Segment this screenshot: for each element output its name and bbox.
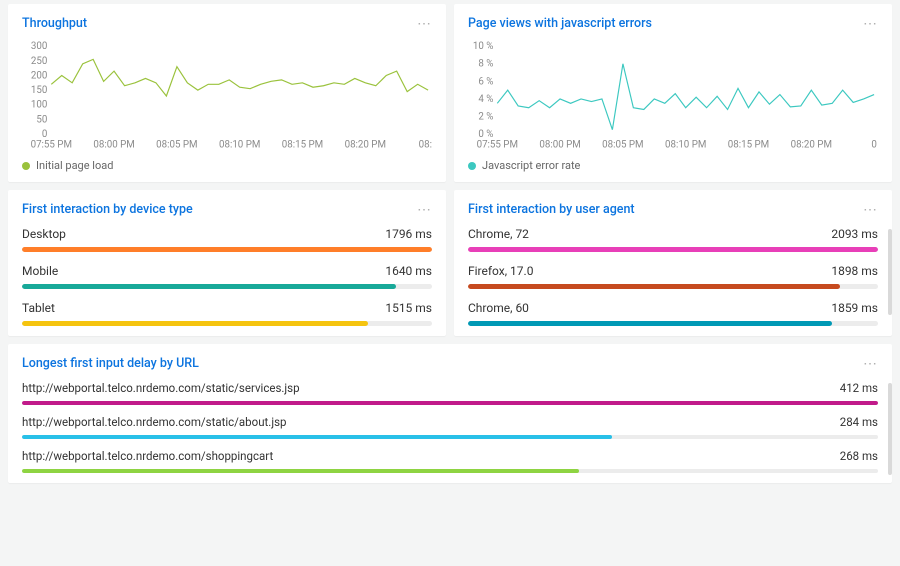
bar-fill (22, 401, 878, 405)
bar-track (468, 247, 878, 252)
bar-label: http://webportal.telco.nrdemo.com/shoppi… (22, 449, 273, 463)
svg-text:07:55 PM: 07:55 PM (477, 140, 518, 151)
bar-list-agent: Chrome, 72 2093 ms Firefox, 17.0 1898 ms… (468, 227, 878, 326)
svg-text:50: 50 (36, 114, 47, 125)
more-icon[interactable]: ⋯ (863, 203, 878, 217)
svg-text:0: 0 (871, 140, 876, 151)
bar-label: Tablet (22, 301, 55, 315)
bar-value: 1796 ms (385, 227, 432, 241)
bar-track (22, 321, 432, 326)
bar-label: Chrome, 72 (468, 227, 529, 241)
bar-track (22, 435, 878, 439)
svg-text:08:2: 08:2 (419, 140, 432, 151)
bar-label: http://webportal.telco.nrdemo.com/static… (22, 415, 286, 429)
bar-list-device: Desktop 1796 ms Mobile 1640 ms Tablet 15… (22, 227, 432, 326)
bar-row[interactable]: Firefox, 17.0 1898 ms (468, 264, 878, 289)
bar-value: 284 ms (840, 415, 878, 429)
more-icon[interactable]: ⋯ (863, 17, 878, 31)
bar-track (22, 284, 432, 289)
bar-row[interactable]: Chrome, 60 1859 ms (468, 301, 878, 326)
bar-fill (22, 321, 368, 326)
svg-text:08:15 PM: 08:15 PM (282, 140, 323, 151)
bar-row[interactable]: http://webportal.telco.nrdemo.com/static… (22, 381, 878, 405)
panel-agent: First interaction by user agent ⋯ Chrome… (454, 190, 892, 336)
bar-label: Firefox, 17.0 (468, 264, 533, 278)
bar-value: 2093 ms (831, 227, 878, 241)
bar-value: 1898 ms (831, 264, 878, 278)
bar-value: 1640 ms (385, 264, 432, 278)
panel-title[interactable]: Throughput (22, 16, 87, 31)
bar-value: 1515 ms (385, 301, 432, 315)
svg-text:08:00 PM: 08:00 PM (93, 140, 134, 151)
more-icon[interactable]: ⋯ (417, 203, 432, 217)
svg-text:0 %: 0 % (478, 129, 493, 140)
more-icon[interactable]: ⋯ (863, 357, 878, 371)
svg-text:6 %: 6 % (478, 76, 493, 87)
legend-label: Javascript error rate (482, 159, 580, 172)
bar-label: http://webportal.telco.nrdemo.com/static… (22, 381, 300, 395)
more-icon[interactable]: ⋯ (417, 17, 432, 31)
svg-text:100: 100 (31, 100, 47, 111)
bar-fill (22, 435, 612, 439)
svg-text:08:10 PM: 08:10 PM (219, 140, 260, 151)
legend-dot-icon (22, 162, 30, 170)
bar-value: 268 ms (840, 449, 878, 463)
bar-row[interactable]: http://webportal.telco.nrdemo.com/shoppi… (22, 449, 878, 473)
svg-text:250: 250 (31, 56, 47, 67)
bar-track (468, 284, 878, 289)
bar-label: Chrome, 60 (468, 301, 529, 315)
legend-label: Initial page load (36, 159, 113, 172)
bar-fill (22, 247, 432, 252)
bar-value: 1859 ms (831, 301, 878, 315)
svg-text:08:20 PM: 08:20 PM (345, 140, 386, 151)
panel-throughput: Throughput ⋯ 05010015020025030007:55 PM0… (8, 4, 446, 182)
bar-row[interactable]: Tablet 1515 ms (22, 301, 432, 326)
svg-text:150: 150 (31, 85, 47, 96)
panel-title[interactable]: First interaction by user agent (468, 202, 635, 217)
svg-text:08:05 PM: 08:05 PM (602, 140, 643, 151)
svg-text:08:05 PM: 08:05 PM (156, 140, 197, 151)
svg-text:08:00 PM: 08:00 PM (539, 140, 580, 151)
bar-track (22, 401, 878, 405)
panel-device: First interaction by device type ⋯ Deskt… (8, 190, 446, 336)
panel-title[interactable]: First interaction by device type (22, 202, 193, 217)
svg-text:10 %: 10 % (473, 41, 494, 52)
bar-fill (22, 469, 579, 473)
chart-throughput[interactable]: 0 50 100 150 200 250 300 07:55 PM 08:00 PM 08:05 … (22, 41, 432, 151)
svg-text:08:10 PM: 08:10 PM (665, 140, 706, 151)
legend: Javascript error rate (468, 159, 878, 172)
bar-row[interactable]: http://webportal.telco.nrdemo.com/static… (22, 415, 878, 439)
bar-row[interactable]: Chrome, 72 2093 ms (468, 227, 878, 252)
legend-dot-icon (468, 162, 476, 170)
svg-text:4 %: 4 % (478, 94, 493, 105)
legend: Initial page load (22, 159, 432, 172)
bar-row[interactable]: Mobile 1640 ms (22, 264, 432, 289)
svg-text:07:55 PM: 07:55 PM (31, 140, 72, 151)
bar-value: 412 ms (840, 381, 878, 395)
bar-fill (468, 247, 878, 252)
bar-fill (22, 284, 396, 289)
bar-fill (468, 284, 840, 289)
bar-track (468, 321, 878, 326)
svg-text:200: 200 (31, 70, 47, 81)
panel-title[interactable]: Longest first input delay by URL (22, 356, 199, 371)
chart-errors[interactable]: 0 % 2 % 4 % 6 % 8 % 10 % 07:55 PM 08:00 PM 08:05… (468, 41, 878, 151)
bar-label: Mobile (22, 264, 58, 278)
panel-url: Longest first input delay by URL ⋯ http:… (8, 344, 892, 483)
bar-track (22, 469, 878, 473)
svg-text:300: 300 (31, 41, 47, 52)
svg-text:08:20 PM: 08:20 PM (791, 140, 832, 151)
bar-track (22, 247, 432, 252)
bar-fill (468, 321, 832, 326)
svg-text:08:15 PM: 08:15 PM (728, 140, 769, 151)
bar-label: Desktop (22, 227, 66, 241)
svg-text:0: 0 (42, 129, 47, 140)
svg-text:2 %: 2 % (478, 111, 493, 122)
bar-list-url: http://webportal.telco.nrdemo.com/static… (22, 381, 878, 473)
panel-title[interactable]: Page views with javascript errors (468, 16, 652, 31)
svg-text:8 %: 8 % (478, 59, 493, 70)
panel-errors: Page views with javascript errors ⋯ 0 % 2… (454, 4, 892, 182)
bar-row[interactable]: Desktop 1796 ms (22, 227, 432, 252)
